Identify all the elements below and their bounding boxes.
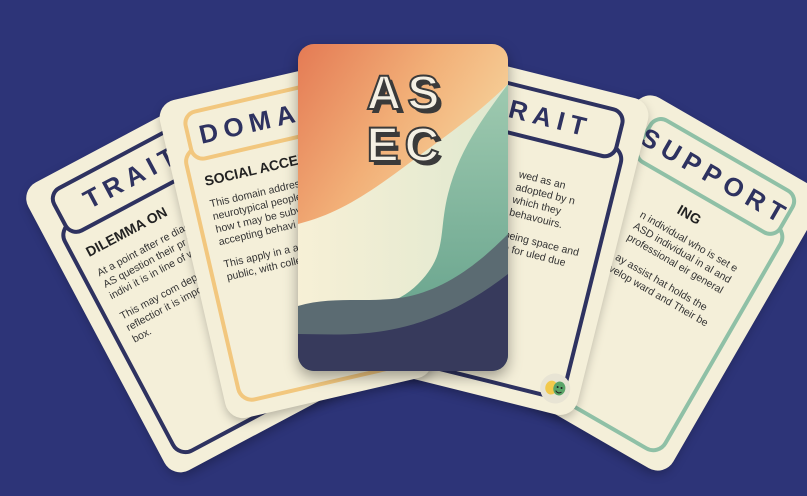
logo-top: AS xyxy=(366,67,446,121)
card-fan: SUPPORT ING n individual who is set e AS… xyxy=(0,0,807,496)
cover-logo: AS EC xyxy=(358,67,454,173)
theatre-masks-icon xyxy=(537,370,574,407)
cover-card[interactable]: AS EC xyxy=(298,44,508,371)
logo-bottom: EC xyxy=(366,119,446,173)
